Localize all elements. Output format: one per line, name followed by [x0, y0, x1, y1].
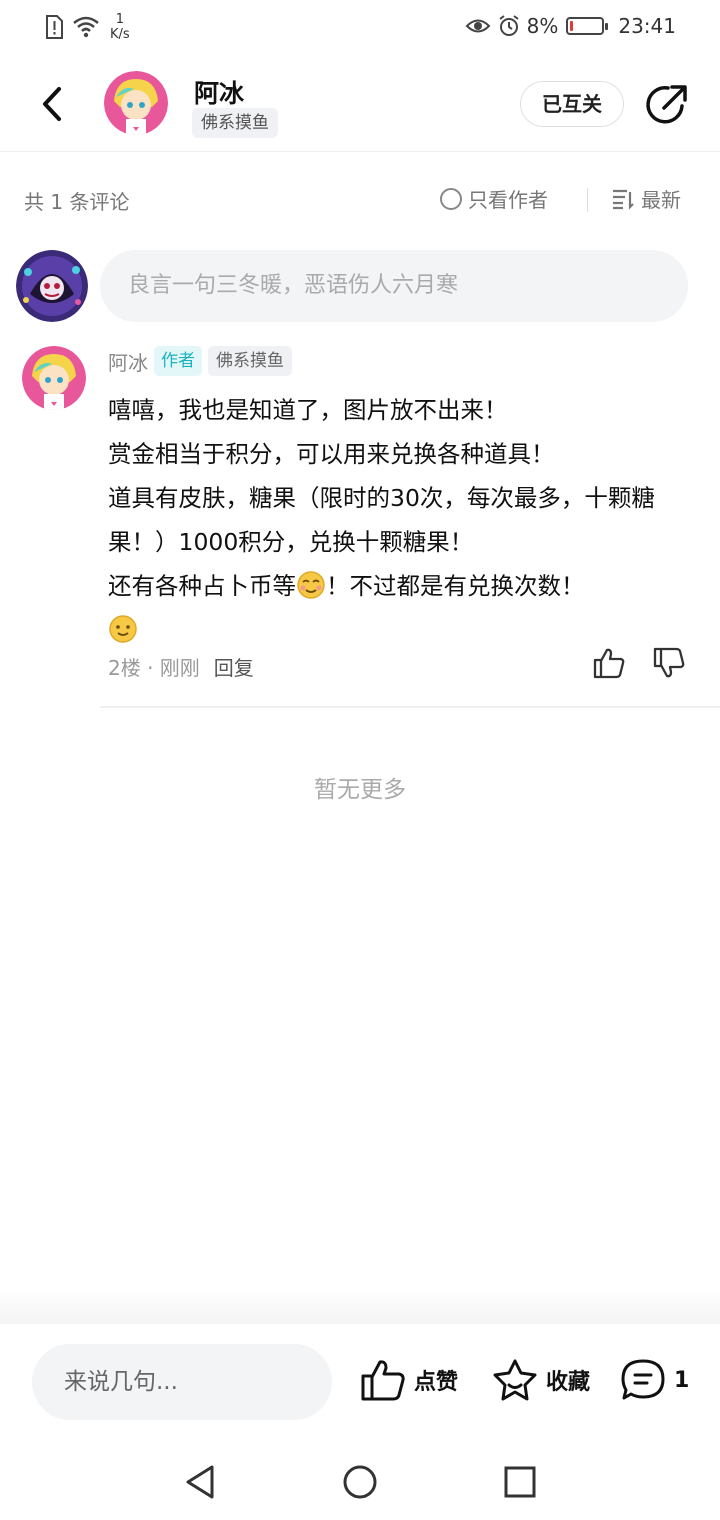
share-button[interactable]	[644, 82, 690, 128]
eye-icon	[465, 19, 491, 33]
comment-icon	[621, 1359, 665, 1400]
like-label: 点赞	[414, 1370, 459, 1395]
divider	[587, 188, 588, 212]
back-button[interactable]	[30, 80, 74, 128]
floor-and-time: 2楼 · 刚刚	[108, 656, 200, 680]
author-badge: 作者	[154, 346, 202, 376]
comment-line: 道具有皮肤，糖果（限时的30次，每次最多，十颗糖果！）1000积分，兑换十颗糖果…	[108, 484, 655, 556]
favorite-button[interactable]: 收藏	[492, 1358, 590, 1402]
my-avatar[interactable]	[16, 250, 88, 322]
no-more-label: 暂无更多	[314, 777, 406, 803]
like-button[interactable]: 点赞	[360, 1358, 458, 1402]
comment-author-name[interactable]: 阿冰	[108, 347, 148, 376]
sort-label: 最新	[641, 188, 681, 212]
sim-alert-icon	[46, 15, 63, 39]
thumb-down-icon[interactable]	[652, 646, 686, 680]
comment-header: 阿冰 作者 佛系摸鱼	[108, 346, 292, 376]
comment-count-label: 1	[674, 1367, 690, 1393]
filter-row: 共 1 条评论 只看作者 最新	[0, 170, 720, 230]
nav-back-icon[interactable]	[182, 1462, 222, 1502]
bottom-shadow	[0, 1290, 720, 1324]
author-only-toggle[interactable]: 只看作者	[440, 184, 548, 213]
comment-body: 嘻嘻，我也是知道了，图片放不出来！ 赏金相当于积分，可以用来兑换各种道具！ 道具…	[108, 388, 678, 652]
battery-percent: 8%	[526, 14, 559, 38]
thumb-up-icon[interactable]	[592, 646, 626, 680]
network-speed: 1 K/s	[110, 12, 130, 42]
battery-level	[570, 21, 574, 31]
say-something-input[interactable]: 来说几句...	[32, 1344, 332, 1420]
status-bar: 1 K/s 8% 23:41	[0, 0, 720, 56]
back-icon	[43, 87, 61, 121]
wifi-icon	[73, 16, 99, 38]
comment-author-tag: 佛系摸鱼	[208, 346, 292, 376]
avatar-image	[104, 71, 168, 135]
bottom-action-bar: 来说几句... 点赞 收藏 1	[0, 1324, 720, 1444]
sort-icon	[613, 189, 634, 210]
smile-face-emoji-icon	[109, 615, 137, 643]
comment-item: 阿冰 作者 佛系摸鱼 嘻嘻，我也是知道了，图片放不出来！ 赏金相当于积分，可以用…	[0, 340, 720, 708]
comment-text: 还有各种占卜币等	[108, 572, 296, 600]
comment-line: 赏金相当于积分，可以用来兑换各种道具！	[108, 440, 555, 468]
comment-meta: 2楼 · 刚刚 回复	[108, 652, 254, 681]
nav-home-icon[interactable]	[340, 1462, 380, 1502]
battery-icon	[566, 17, 609, 35]
nav-recents-icon[interactable]	[500, 1462, 540, 1502]
comment-count: 共 1 条评论	[24, 190, 130, 214]
favorite-label: 收藏	[546, 1370, 591, 1395]
sort-button[interactable]: 最新	[611, 184, 681, 213]
comment-text: ！不过都是有兑换次数！	[326, 572, 585, 600]
avatar-image	[22, 346, 86, 410]
speed-value: 1	[115, 12, 124, 27]
comment-button[interactable]: 1	[620, 1358, 689, 1402]
comment-avatar[interactable]	[22, 346, 86, 410]
header: 阿冰 佛系摸鱼 已互关	[0, 56, 720, 152]
share-icon	[646, 85, 687, 124]
comment-line: 还有各种占卜币等 ！不过都是有兑换次数！	[108, 564, 678, 608]
comment-divider	[100, 706, 720, 708]
follow-button[interactable]: 已互关	[520, 81, 624, 127]
star-icon	[493, 1359, 537, 1401]
author-only-label: 只看作者	[468, 188, 548, 212]
system-nav-bar	[0, 1444, 720, 1520]
reply-button[interactable]: 回复	[214, 652, 254, 681]
author-avatar[interactable]	[104, 71, 168, 135]
comment-input[interactable]: 良言一句三冬暖，恶语伤人六月寒	[100, 250, 688, 322]
radio-icon	[440, 187, 462, 210]
thumb-up-icon	[361, 1360, 405, 1401]
smug-face-emoji-icon	[297, 571, 325, 599]
speed-unit: K/s	[110, 27, 130, 42]
avatar-image	[16, 250, 88, 322]
clock: 23:41	[618, 14, 676, 38]
alarm-icon	[499, 15, 519, 36]
comment-line: 嘻嘻，我也是知道了，图片放不出来！	[108, 396, 508, 424]
author-name[interactable]: 阿冰	[194, 74, 244, 110]
author-tag: 佛系摸鱼	[192, 108, 278, 138]
